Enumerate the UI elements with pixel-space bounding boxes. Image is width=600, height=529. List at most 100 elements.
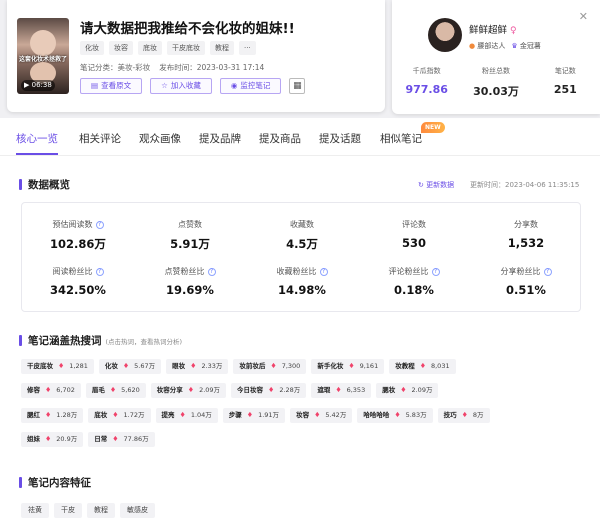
note-tag[interactable]: 底妆 (138, 41, 162, 55)
person-icon: ● (469, 42, 476, 50)
keyword-chip[interactable]: 妆容 ♦ 5.42万 (290, 408, 353, 423)
feature-tag[interactable]: 祛黄 (21, 503, 49, 518)
note-actions: ▤ 查看原文 ☆ 加入收藏 ◉ 监控笔记 ▦ (80, 78, 306, 94)
help-icon[interactable]: ? (95, 267, 104, 276)
help-icon[interactable]: ? (431, 267, 440, 276)
keyword-chip[interactable]: 步骤 ♦ 1.91万 (222, 408, 286, 423)
note-tag[interactable]: 干皮底妆 (167, 41, 205, 55)
note-tag[interactable]: 化妆 (80, 41, 104, 55)
keyword-count: 1.04万 (190, 411, 212, 419)
keyword-chip[interactable]: 哈哈哈哈 ♦ 5.83万 (357, 408, 433, 423)
feature-tag[interactable]: 敏感皮 (120, 503, 155, 518)
keyword-chip[interactable]: 技巧 ♦ 8万 (437, 408, 490, 423)
overview-section-title: 数据概览 (19, 177, 70, 192)
keyword-text: 步骤 (228, 411, 242, 419)
keyword-row: 腮红 ♦ 1.28万 底妆 ♦ 1.72万 提亮 ♦ 1.04万 步骤 ♦ 1.91万 妆容 ♦ 5.42万… (21, 408, 490, 423)
keyword-chip[interactable]: 化妆 ♦ 5.67万 (98, 359, 162, 374)
stat-favorites: 收藏数 4.5万 (286, 220, 318, 251)
fire-icon: ♦ (348, 362, 355, 370)
help-icon[interactable]: ? (207, 267, 216, 276)
fire-icon: ♦ (112, 435, 119, 443)
keyword-text: 腮妆 (382, 386, 396, 394)
keyword-chip[interactable]: 姐妹 ♦ 20.9万 (21, 432, 84, 447)
feature-tags: 祛黄 干皮 教程 敏感皮 (21, 503, 155, 518)
tab-mentioned-topics[interactable]: 提及话题 (319, 131, 361, 146)
keyword-count: 20.9万 (56, 435, 78, 443)
keyword-text: 姐妹 (27, 435, 40, 443)
keyword-text: 修容 (27, 386, 40, 394)
author-stat-notes: 笔记数 251 (553, 67, 577, 96)
keyword-count: 8,031 (430, 362, 450, 370)
keyword-count: 5,620 (121, 386, 140, 394)
tab-mentioned-products[interactable]: 提及商品 (259, 131, 301, 146)
keyword-chip[interactable]: 底妆 ♦ 1.72万 (88, 408, 151, 423)
keyword-count: 1.72万 (123, 411, 145, 419)
help-icon[interactable]: ? (319, 267, 328, 276)
close-icon[interactable]: ✕ (579, 10, 588, 23)
thumbnail-face-top (30, 30, 56, 56)
keyword-text: 妆容 (296, 411, 310, 419)
note-tag[interactable]: 妆容 (109, 41, 133, 55)
keyword-chip[interactable]: 腮红 ♦ 1.28万 (21, 408, 84, 423)
monitor-icon: ◉ (230, 81, 238, 90)
tab-similar-notes[interactable]: 相似笔记 (380, 131, 422, 146)
keyword-chip[interactable]: 眉毛 ♦ 5,620 (85, 383, 146, 398)
stat-favorite-fan-ratio: 收藏粉丝比? 14.98% (276, 267, 328, 297)
fire-icon: ♦ (122, 362, 130, 370)
tab-audience-profile[interactable]: 观众画像 (139, 131, 181, 146)
keyword-chip[interactable]: 新手化妆 ♦ 9,161 (311, 359, 385, 374)
tab-bar: 核心一览 相关评论 观众画像 提及品牌 提及商品 提及话题 相似笔记 (0, 118, 600, 156)
note-thumbnail[interactable]: 这套化妆术拯救了你 ▶ 06:38 (17, 18, 69, 94)
tab-mentioned-brands[interactable]: 提及品牌 (199, 131, 241, 146)
keyword-chip[interactable]: 遮瑕 ♦ 6,353 (311, 383, 372, 398)
note-category: 笔记分类：美妆-彩妆 (80, 63, 151, 72)
keyword-text: 技巧 (443, 411, 457, 419)
note-card: 这套化妆术拯救了你 ▶ 06:38 请大数据把我推给不会化妆的姐妹!! 化妆妆容… (7, 0, 385, 112)
stat-likes: 点赞数 5.91万 (170, 220, 210, 251)
note-tags: 化妆 妆容 底妆 干皮底妆 教程 ··· (80, 41, 256, 55)
keyword-chip[interactable]: 修容 ♦ 6,702 (21, 383, 81, 398)
new-badge: NEW (421, 122, 445, 133)
keyword-text: 新手化妆 (317, 362, 344, 370)
keyword-chip[interactable]: 干皮底妆 ♦ 1,281 (21, 359, 94, 374)
keyword-count: 2.09万 (199, 386, 221, 394)
add-favorite-button[interactable]: ☆ 加入收藏 (150, 78, 212, 94)
author-stat-index: 千瓜指数 977.86 (405, 67, 448, 96)
author-name[interactable]: 鲜鲜超鲜 (469, 25, 507, 36)
overview-panel: 预估阅读数? 102.86万 点赞数 5.91万 收藏数 4.5万 评论数 530 分享… (21, 202, 581, 312)
refresh-data-button[interactable]: ↻ 更新数据 (418, 180, 454, 190)
keyword-chip[interactable]: 妆前妆后 ♦ 7,300 (233, 359, 307, 374)
keywords-hint: (点击热词，查看热词分析) (105, 337, 183, 346)
stat-read-fan-ratio: 阅读粉丝比? 342.50% (50, 267, 106, 297)
avatar[interactable] (428, 18, 462, 52)
monitor-note-button[interactable]: ◉ 监控笔记 (219, 78, 282, 94)
note-tag[interactable]: 教程 (210, 41, 234, 55)
waist-influencer-badge: ● 腰部达人 (469, 42, 506, 50)
view-original-button[interactable]: ▤ 查看原文 (80, 78, 143, 94)
keyword-chip[interactable]: 今日妆容 ♦ 2.28万 (231, 383, 307, 398)
stat-like-fan-ratio: 点赞粉丝比? 19.69% (164, 267, 216, 297)
fire-icon: ♦ (45, 386, 52, 394)
qr-code-icon[interactable]: ▦ (289, 78, 306, 94)
note-tag[interactable]: ··· (239, 41, 256, 55)
keyword-chip[interactable]: 提亮 ♦ 1.04万 (155, 408, 218, 423)
feature-tag[interactable]: 干皮 (54, 503, 82, 518)
keywords-section-title: 笔记涵盖热搜词 (点击热词，查看热词分析) (19, 333, 182, 348)
feature-tag[interactable]: 教程 (87, 503, 115, 518)
features-section-title: 笔记内容特征 (19, 475, 91, 490)
keyword-chip[interactable]: 眼妆 ♦ 2.33万 (166, 359, 229, 374)
keyword-text: 妆前妆后 (239, 362, 266, 370)
help-icon[interactable]: ? (543, 267, 552, 276)
keyword-text: 化妆 (104, 362, 118, 370)
keyword-chip[interactable]: 妆教程 ♦ 8,031 (389, 359, 456, 374)
keyword-chip[interactable]: 腮妆 ♦ 2.09万 (376, 383, 439, 398)
keyword-count: 77.86万 (123, 435, 149, 443)
tab-related-comments[interactable]: 相关评论 (79, 131, 121, 146)
keyword-text: 提亮 (161, 411, 175, 419)
keyword-chip[interactable]: 妆容分享 ♦ 2.09万 (150, 383, 227, 398)
keyword-chip[interactable]: 日常 ♦ 77.86万 (88, 432, 155, 447)
help-icon[interactable]: ? (95, 220, 104, 229)
keyword-text: 日常 (94, 435, 108, 443)
female-icon: ♀ (510, 26, 517, 36)
tab-core-overview[interactable]: 核心一览 (16, 131, 58, 146)
